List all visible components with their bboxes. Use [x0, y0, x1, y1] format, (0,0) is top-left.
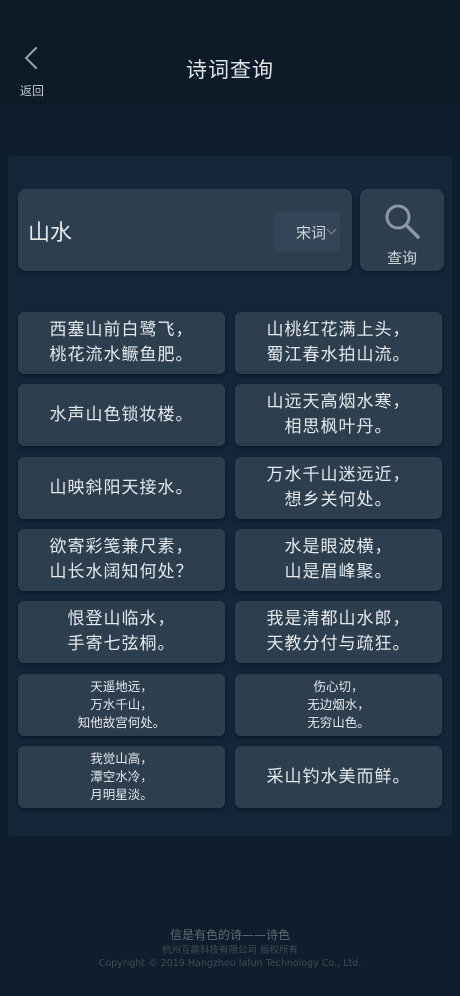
- back-label: 返回: [20, 84, 45, 98]
- footer-copyright: Copyright © 2019 Hangzhou lafun Technolo…: [98, 958, 362, 969]
- footer-company: 杭州互趣科技有限公司 版权所有: [161, 945, 299, 956]
- result-card[interactable]: 万水千山迷远近， 想乡关何处。: [235, 457, 442, 519]
- search-icon: [385, 204, 420, 239]
- query-button[interactable]: 查询: [360, 189, 444, 271]
- result-card[interactable]: 天遥地远， 万水千山， 知他故宫何处。: [18, 674, 225, 736]
- result-card[interactable]: 西塞山前白鹭飞， 桃花流水鳜鱼肥。: [18, 312, 225, 374]
- result-card[interactable]: 山映斜阳天接水。: [18, 457, 225, 519]
- page-title: 诗词查询: [186, 58, 274, 82]
- result-card[interactable]: 我觉山高， 潭空水冷， 月明星淡。: [18, 746, 225, 808]
- result-card[interactable]: 山桃红花满上头， 蜀江春水拍山流。: [235, 312, 442, 374]
- result-card[interactable]: 山远天高烟水寒， 相思枫叶丹。: [235, 384, 442, 446]
- query-button-label: 查询: [386, 249, 417, 267]
- result-card[interactable]: 恨登山临水， 手寄七弦桐。: [18, 601, 225, 663]
- result-card[interactable]: 水是眼波横， 山是眉峰聚。: [235, 529, 442, 591]
- result-card[interactable]: 采山钓水美而鲜。: [235, 746, 442, 808]
- result-card[interactable]: 欲寄彩笺兼尺素， 山长水阔知何处？: [18, 529, 225, 591]
- search-box: 宋词: [18, 189, 352, 271]
- type-select[interactable]: 宋词: [274, 211, 340, 251]
- chevron-down-icon: [326, 224, 337, 235]
- search-input[interactable]: [28, 211, 278, 251]
- footer-slogan: 信是有色的诗——诗色: [169, 928, 290, 942]
- type-select-label: 宋词: [296, 224, 327, 242]
- result-card[interactable]: 水声山色锁妆楼。: [18, 384, 225, 446]
- header-bar: 返回 诗词查询: [0, 0, 460, 104]
- result-card[interactable]: 我是清都山水郎， 天教分付与疏狂。: [235, 601, 442, 663]
- result-card[interactable]: 伤心切， 无边烟水， 无穷山色。: [235, 674, 442, 736]
